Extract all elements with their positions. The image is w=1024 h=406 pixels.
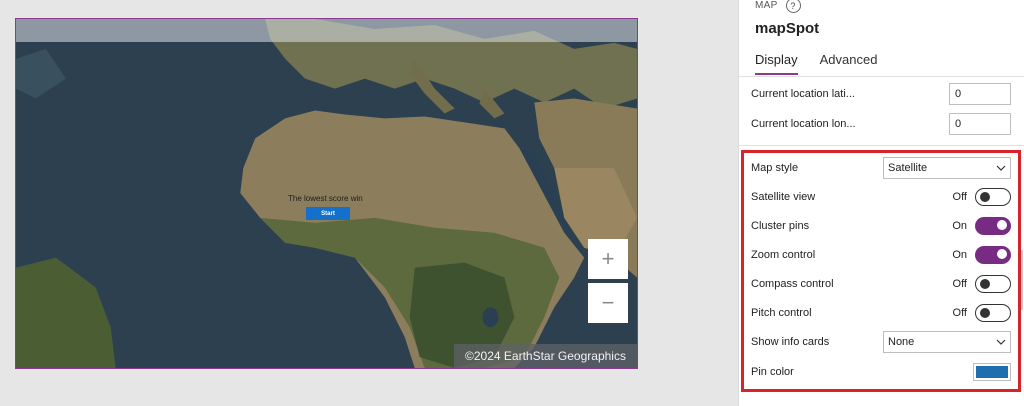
prop-compass-control: Compass control Off xyxy=(751,271,1011,297)
map-style-dropdown[interactable]: Satellite xyxy=(883,157,1011,179)
toggle-state-label: On xyxy=(952,220,967,232)
prop-pitch-control: Pitch control Off xyxy=(751,300,1011,326)
panel-type-label: MAP xyxy=(755,0,778,11)
prop-label: Cluster pins xyxy=(751,220,810,232)
prop-pin-color: Pin color xyxy=(751,359,1011,385)
section-divider xyxy=(739,145,1024,146)
prop-label: Pin color xyxy=(751,366,794,378)
prop-label: Compass control xyxy=(751,278,834,290)
dropdown-value: None xyxy=(888,336,915,348)
prop-current-location-longitude: Current location lon... 0 xyxy=(751,111,1011,137)
panel-scrollbar[interactable] xyxy=(1020,250,1023,310)
cluster-pins-toggle[interactable] xyxy=(975,217,1011,235)
prop-map-style: Map style Satellite xyxy=(751,155,1011,181)
zoom-in-button[interactable]: + xyxy=(588,239,628,279)
map-control[interactable]: The lowest score win Start + − ©2024 Ear… xyxy=(15,18,638,369)
satellite-view-toggle[interactable] xyxy=(975,188,1011,206)
prop-label: Zoom control xyxy=(751,249,816,261)
pin-color-fill xyxy=(976,366,1008,378)
toggle-state-label: Off xyxy=(952,307,967,319)
property-tabs: Display Advanced xyxy=(755,52,877,75)
control-name: mapSpot xyxy=(755,20,820,37)
toggle-state-label: Off xyxy=(952,191,967,203)
help-icon[interactable]: ? xyxy=(785,0,801,13)
zoom-control-toggle[interactable] xyxy=(975,246,1011,264)
pin-color-picker[interactable] xyxy=(973,363,1011,381)
zoom-out-button[interactable]: − xyxy=(588,283,628,323)
game-title: The lowest score win xyxy=(288,194,363,203)
properties-panel: MAP ? mapSpot Display Advanced Current l… xyxy=(738,0,1024,406)
prop-label: Current location lon... xyxy=(751,118,856,130)
start-button[interactable]: Start xyxy=(306,207,350,220)
longitude-input[interactable]: 0 xyxy=(949,113,1011,135)
dropdown-value: Satellite xyxy=(888,162,928,174)
prop-satellite-view: Satellite view Off xyxy=(751,184,1011,210)
compass-control-toggle[interactable] xyxy=(975,275,1011,293)
prop-label: Current location lati... xyxy=(751,88,855,100)
panel-type-header: MAP ? xyxy=(755,0,801,13)
latitude-input[interactable]: 0 xyxy=(949,83,1011,105)
chevron-down-icon xyxy=(996,339,1006,345)
toggle-state-label: Off xyxy=(952,278,967,290)
tab-advanced[interactable]: Advanced xyxy=(820,52,878,75)
prop-cluster-pins: Cluster pins On xyxy=(751,213,1011,239)
canvas-area: The lowest score win Start + − ©2024 Ear… xyxy=(0,0,738,406)
info-cards-dropdown[interactable]: None xyxy=(883,331,1011,353)
chevron-down-icon xyxy=(996,165,1006,171)
pitch-control-toggle[interactable] xyxy=(975,304,1011,322)
tab-display[interactable]: Display xyxy=(755,52,798,75)
prop-label: Satellite view xyxy=(751,191,816,203)
prop-label: Show info cards xyxy=(751,336,830,348)
prop-zoom-control: Zoom control On xyxy=(751,242,1011,268)
tabs-divider xyxy=(739,76,1024,77)
prop-label: Map style xyxy=(751,162,799,174)
prop-current-location-latitude: Current location lati... 0 xyxy=(751,81,1011,107)
prop-label: Pitch control xyxy=(751,307,812,319)
map-top-overlay xyxy=(16,19,637,42)
map-attribution: ©2024 EarthStar Geographics xyxy=(454,344,637,368)
prop-show-info-cards: Show info cards None xyxy=(751,329,1011,355)
toggle-state-label: On xyxy=(952,249,967,261)
